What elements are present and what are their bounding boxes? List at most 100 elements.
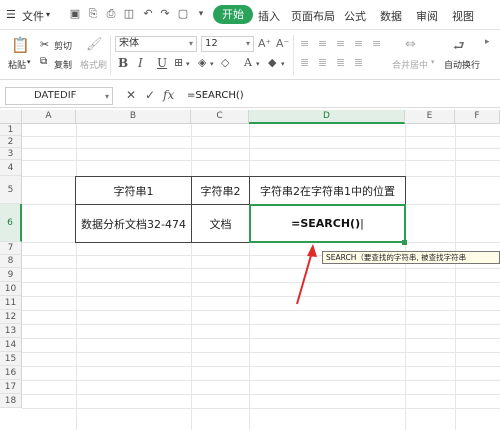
column-header-f[interactable]: F [455, 110, 500, 124]
row-header[interactable]: 12 [0, 310, 22, 324]
file-menu[interactable]: 文件 [22, 8, 44, 24]
cell-b6[interactable]: 数据分析文档32-474 [75, 204, 192, 243]
merge-dropdown-icon[interactable]: ▾ [431, 58, 435, 66]
fill-handle[interactable] [402, 240, 407, 245]
insert-function-icon[interactable]: fx [163, 88, 174, 102]
row-header[interactable]: 17 [0, 380, 22, 394]
name-box[interactable]: DATEDIF ▾ [5, 87, 113, 105]
align-left-icon[interactable]: ≡ [354, 37, 363, 50]
row-header[interactable]: 8 [0, 255, 22, 268]
paste-button[interactable]: 粘贴 [8, 58, 26, 71]
border-dropdown-icon[interactable]: ▾ [186, 60, 190, 68]
clear-format-icon[interactable]: ◆ [268, 56, 276, 69]
align-right-icon[interactable]: ≣ [336, 56, 345, 69]
column-header-a[interactable]: A [22, 110, 76, 124]
tab-page-layout[interactable]: 页面布局 [291, 8, 335, 24]
cut-button[interactable]: 剪切 [54, 39, 72, 52]
fill-color-icon[interactable]: ◈ [198, 56, 206, 69]
row-header[interactable]: 4 [0, 160, 22, 176]
font-size-select[interactable]: 12 ▾ [201, 36, 254, 52]
row-header[interactable]: 13 [0, 324, 22, 338]
tab-start[interactable]: 开始 [213, 5, 253, 24]
align-top-icon[interactable]: ≡ [300, 37, 309, 50]
fill-dropdown-icon[interactable]: ▾ [210, 60, 214, 68]
row-header[interactable]: 11 [0, 296, 22, 310]
more-icon[interactable]: ▾ [194, 7, 208, 21]
row-header[interactable]: 5 [0, 176, 22, 204]
indent-icon[interactable]: ≣ [300, 56, 309, 69]
wrap-text-icon[interactable]: ⮐ [453, 37, 465, 59]
font-name-select[interactable]: 宋体 ▾ [115, 36, 197, 52]
row-header[interactable]: 7 [0, 242, 22, 255]
bold-icon[interactable]: B [118, 56, 128, 70]
format-painter-button[interactable]: 格式刷 [80, 58, 107, 71]
cell-style-icon[interactable]: ◇ [221, 56, 229, 69]
select-all-corner[interactable] [0, 110, 22, 124]
formula-input[interactable]: =SEARCH() [187, 90, 244, 101]
wrap-text-button[interactable]: 自动换行 [444, 58, 480, 71]
menu-icon[interactable]: ☰ [6, 8, 16, 21]
tab-data[interactable]: 数据 [380, 8, 402, 24]
row-header[interactable]: 16 [0, 366, 22, 380]
outdent-icon[interactable]: ≣ [318, 56, 327, 69]
row-header[interactable]: 3 [0, 148, 22, 160]
undo-icon[interactable]: ↶ [141, 7, 155, 21]
row-header[interactable]: 14 [0, 338, 22, 352]
cancel-formula-icon[interactable]: ✕ [126, 88, 136, 102]
row-header[interactable]: 1 [0, 124, 22, 136]
copy-icon[interactable]: ⧉ [40, 56, 47, 67]
font-color-icon[interactable]: A [244, 56, 252, 69]
confirm-formula-icon[interactable]: ✓ [145, 88, 155, 102]
row-header[interactable]: 15 [0, 352, 22, 366]
formula-bar: DATEDIF ▾ ✕ ✓ fx =SEARCH() [0, 84, 500, 108]
column-header-b[interactable]: B [76, 110, 191, 124]
column-header-c[interactable]: C [191, 110, 249, 124]
underline-icon[interactable]: U [157, 56, 167, 70]
tab-view[interactable]: 视图 [452, 8, 474, 24]
clear-dropdown-icon[interactable]: ▾ [281, 60, 285, 68]
row-header[interactable]: 6 [0, 204, 22, 242]
paste-dropdown-icon[interactable]: ▾ [27, 58, 31, 66]
justify-icon[interactable]: ≣ [354, 56, 363, 69]
file-dropdown-icon[interactable]: ▾ [46, 10, 50, 19]
font-color-dropdown-icon[interactable]: ▾ [256, 60, 260, 68]
align-middle-icon[interactable]: ≡ [318, 37, 327, 50]
ribbon-more-icon[interactable]: ▸ [485, 37, 490, 47]
decrease-font-icon[interactable]: A⁻ [276, 37, 289, 50]
spreadsheet-grid[interactable]: A B C D E F 1 2 3 4 5 6 7 8 9 10 11 12 1… [0, 110, 500, 430]
export-icon[interactable]: ⎘ [86, 7, 100, 21]
cell-c6[interactable]: 文档 [191, 204, 250, 243]
cell-b5[interactable]: 字符串1 [75, 176, 192, 205]
increase-font-icon[interactable]: A⁺ [258, 37, 271, 50]
cell-c5[interactable]: 字符串2 [191, 176, 250, 205]
save-icon[interactable]: ▣ [68, 7, 82, 21]
format-icon[interactable]: ▢ [176, 7, 190, 21]
tab-formula[interactable]: 公式 [344, 8, 366, 24]
copy-button[interactable]: 复制 [54, 58, 72, 71]
menu-bar: ☰ 文件 ▾ ▣ ⎘ ⎙ ◫ ↶ ↷ ▢ ▾ 开始 插入 页面布局 公式 数据 … [0, 0, 500, 30]
tab-review[interactable]: 审阅 [416, 8, 438, 24]
row-header[interactable]: 18 [0, 394, 22, 408]
merge-center-icon[interactable]: ⇔ [405, 37, 416, 52]
cell-d6-editing-text: =SEARCH() [291, 217, 361, 230]
column-header-d[interactable]: D [249, 110, 405, 124]
row-header[interactable]: 2 [0, 136, 22, 148]
border-icon[interactable]: ⊞ [174, 56, 183, 69]
preview-icon[interactable]: ◫ [122, 7, 136, 21]
align-center-icon[interactable]: ≡ [372, 37, 381, 50]
format-painter-icon[interactable]: 🖌 [86, 37, 103, 52]
grid-line [22, 338, 500, 339]
align-bottom-icon[interactable]: ≡ [336, 37, 345, 50]
row-header[interactable]: 9 [0, 268, 22, 282]
cell-d5[interactable]: 字符串2在字符串1中的位置 [249, 176, 406, 205]
merge-center-button[interactable]: 合并居中 [392, 58, 428, 71]
column-header-e[interactable]: E [405, 110, 455, 124]
print-icon[interactable]: ⎙ [104, 7, 118, 21]
tab-insert[interactable]: 插入 [258, 8, 280, 24]
active-cell-d6[interactable]: =SEARCH() | [249, 204, 406, 243]
redo-icon[interactable]: ↷ [158, 7, 172, 21]
cut-icon[interactable]: ✂ [40, 38, 49, 51]
row-header[interactable]: 10 [0, 282, 22, 296]
italic-icon[interactable]: I [138, 56, 143, 70]
paste-icon[interactable]: 📋 [11, 36, 30, 54]
